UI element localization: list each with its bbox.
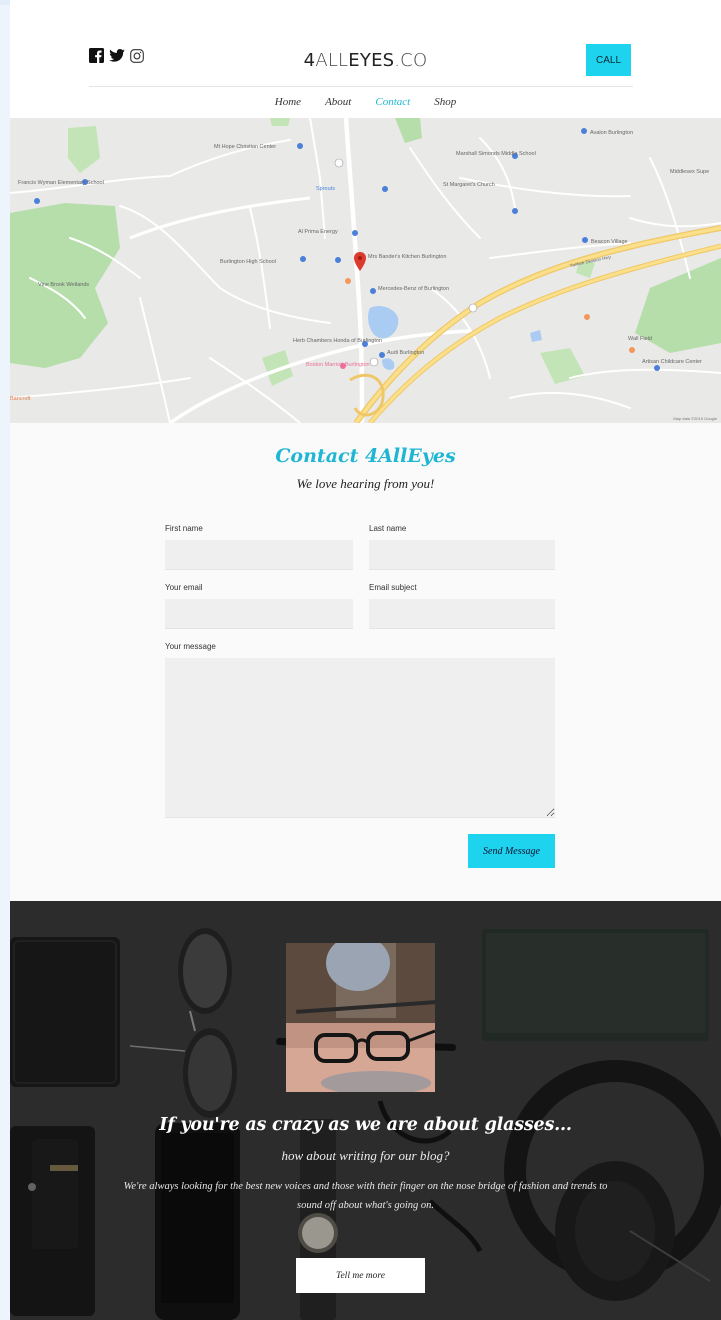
contact-title: Contact 4AllEyes: [275, 445, 456, 467]
nav-item-about[interactable]: About: [325, 96, 351, 108]
tell-me-more-button[interactable]: Tell me more: [296, 1258, 425, 1293]
main-nav: Home About Contact Shop: [10, 96, 721, 108]
map-label: Middlesex Supe: [670, 169, 709, 175]
nav-item-contact[interactable]: Contact: [375, 96, 410, 108]
call-button[interactable]: CALL: [586, 44, 631, 76]
location-map[interactable]: Mt Hope Christian Center Marshall Simond…: [10, 118, 721, 423]
map-label: Herb Chambers Honda of Burlington: [293, 338, 382, 344]
email-subject-field[interactable]: [369, 599, 555, 629]
page-frame: 4ALLEYES.CO CALL Home About Contact Shop: [10, 0, 721, 1320]
map-label: Mrs Bander's Kitchen Burlington: [368, 254, 446, 260]
header-divider: [89, 86, 633, 87]
last-name-field[interactable]: [369, 540, 555, 570]
map-label: Francis Wyman Elementary School: [18, 180, 104, 186]
email-label: Your email: [165, 583, 203, 592]
message-label: Your message: [165, 642, 216, 651]
last-name-label: Last name: [369, 524, 407, 533]
nav-item-home[interactable]: Home: [275, 96, 301, 108]
site-header: 4ALLEYES.CO CALL Home About Contact Shop: [10, 0, 721, 118]
map-label: Sprouts: [316, 186, 335, 192]
map-label: Mercedes-Benz of Burlington: [378, 286, 449, 292]
logo-part: .CO: [394, 50, 428, 71]
blog-feature-image: [286, 943, 435, 1092]
map-label: St Margaret's Church: [443, 182, 495, 188]
email-field[interactable]: [165, 599, 353, 629]
map-label: Avalon Burlington: [590, 130, 633, 136]
map-label: Burlington High School: [220, 259, 276, 265]
logo-part: 4: [303, 50, 316, 71]
map-label: Marshall Simonds Middle School: [456, 151, 536, 157]
map-attribution: Map data ©2019 Google: [673, 416, 717, 421]
logo-part: ALL: [315, 50, 349, 71]
map-label: Boston Marriott Burlington: [306, 362, 370, 368]
contact-subtitle: We love hearing from you!: [296, 476, 435, 491]
map-label: Mt Hope Christian Center: [214, 144, 276, 150]
map-label: Bancroft: [10, 396, 31, 402]
map-label: Artisan Childcare Center: [642, 359, 702, 365]
subject-label: Email subject: [369, 583, 417, 592]
blog-heading: If you're as crazy as we are about glass…: [159, 1115, 572, 1135]
first-name-label: First name: [165, 524, 203, 533]
send-message-button[interactable]: Send Message: [468, 834, 555, 868]
nav-item-shop[interactable]: Shop: [434, 96, 456, 108]
blog-tagline: how about writing for our blog?: [281, 1148, 450, 1163]
first-name-field[interactable]: [165, 540, 353, 570]
map-label: Wall Field: [628, 336, 652, 342]
map-label: Vine Brook Wetlands: [38, 282, 89, 288]
map-label: Beacon Village: [591, 239, 628, 245]
blog-description: We're always looking for the best new vo…: [123, 1181, 608, 1211]
map-label: Audi Burlington: [387, 350, 424, 356]
blog-section: If you're as crazy as we are about glass…: [10, 901, 721, 1320]
message-field[interactable]: [165, 658, 555, 818]
logo-part: EYES: [348, 50, 395, 71]
map-label: Al Prima Energy: [298, 229, 338, 235]
contact-section: Contact 4AllEyes We love hearing from yo…: [10, 423, 721, 901]
